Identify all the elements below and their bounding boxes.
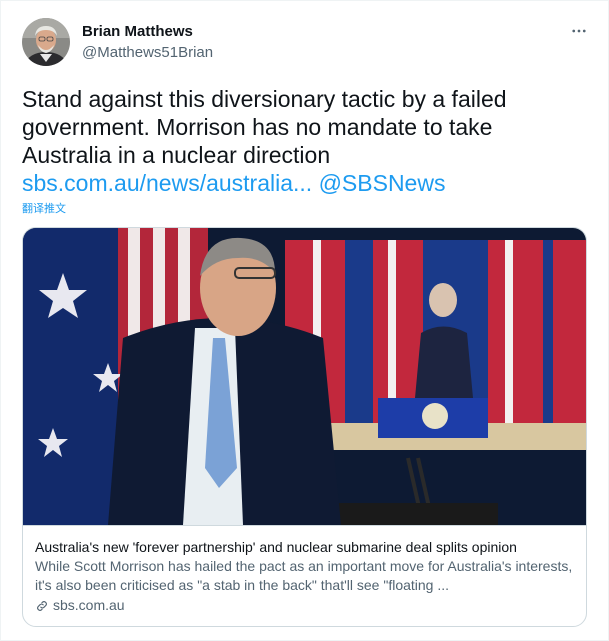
- tweet: Brian Matthews @Matthews51Brian Stand ag…: [0, 0, 609, 641]
- more-options-button[interactable]: [564, 21, 594, 41]
- card-domain: sbs.com.au: [35, 596, 576, 615]
- more-dots-icon: [572, 29, 586, 33]
- card-body: Australia's new 'forever partnership' an…: [23, 525, 586, 626]
- mention-link[interactable]: @SBSNews: [319, 170, 446, 196]
- card-domain-text: sbs.com.au: [53, 597, 125, 613]
- tweet-text: Stand against this diversionary tactic b…: [22, 85, 582, 197]
- tweet-link[interactable]: sbs.com.au/news/australia...: [22, 170, 312, 196]
- tweet-text-line: Stand against this diversionary tactic b…: [22, 86, 507, 112]
- link-icon: [37, 600, 47, 611]
- card-title: Australia's new 'forever partnership' an…: [35, 539, 517, 555]
- translate-tweet-link[interactable]: 翻译推文: [22, 200, 66, 216]
- author-name[interactable]: Brian Matthews: [82, 23, 193, 40]
- link-preview-card[interactable]: Australia's new 'forever partnership' an…: [22, 227, 587, 627]
- card-image: [23, 228, 586, 525]
- avatar[interactable]: [22, 18, 70, 66]
- author-handle[interactable]: @Matthews51Brian: [82, 44, 213, 61]
- card-description: While Scott Morrison has hailed the pact…: [35, 558, 573, 593]
- tweet-text-line: Australia in a nuclear direction: [22, 142, 331, 168]
- tweet-text-line: government. Morrison has no mandate to t…: [22, 114, 493, 140]
